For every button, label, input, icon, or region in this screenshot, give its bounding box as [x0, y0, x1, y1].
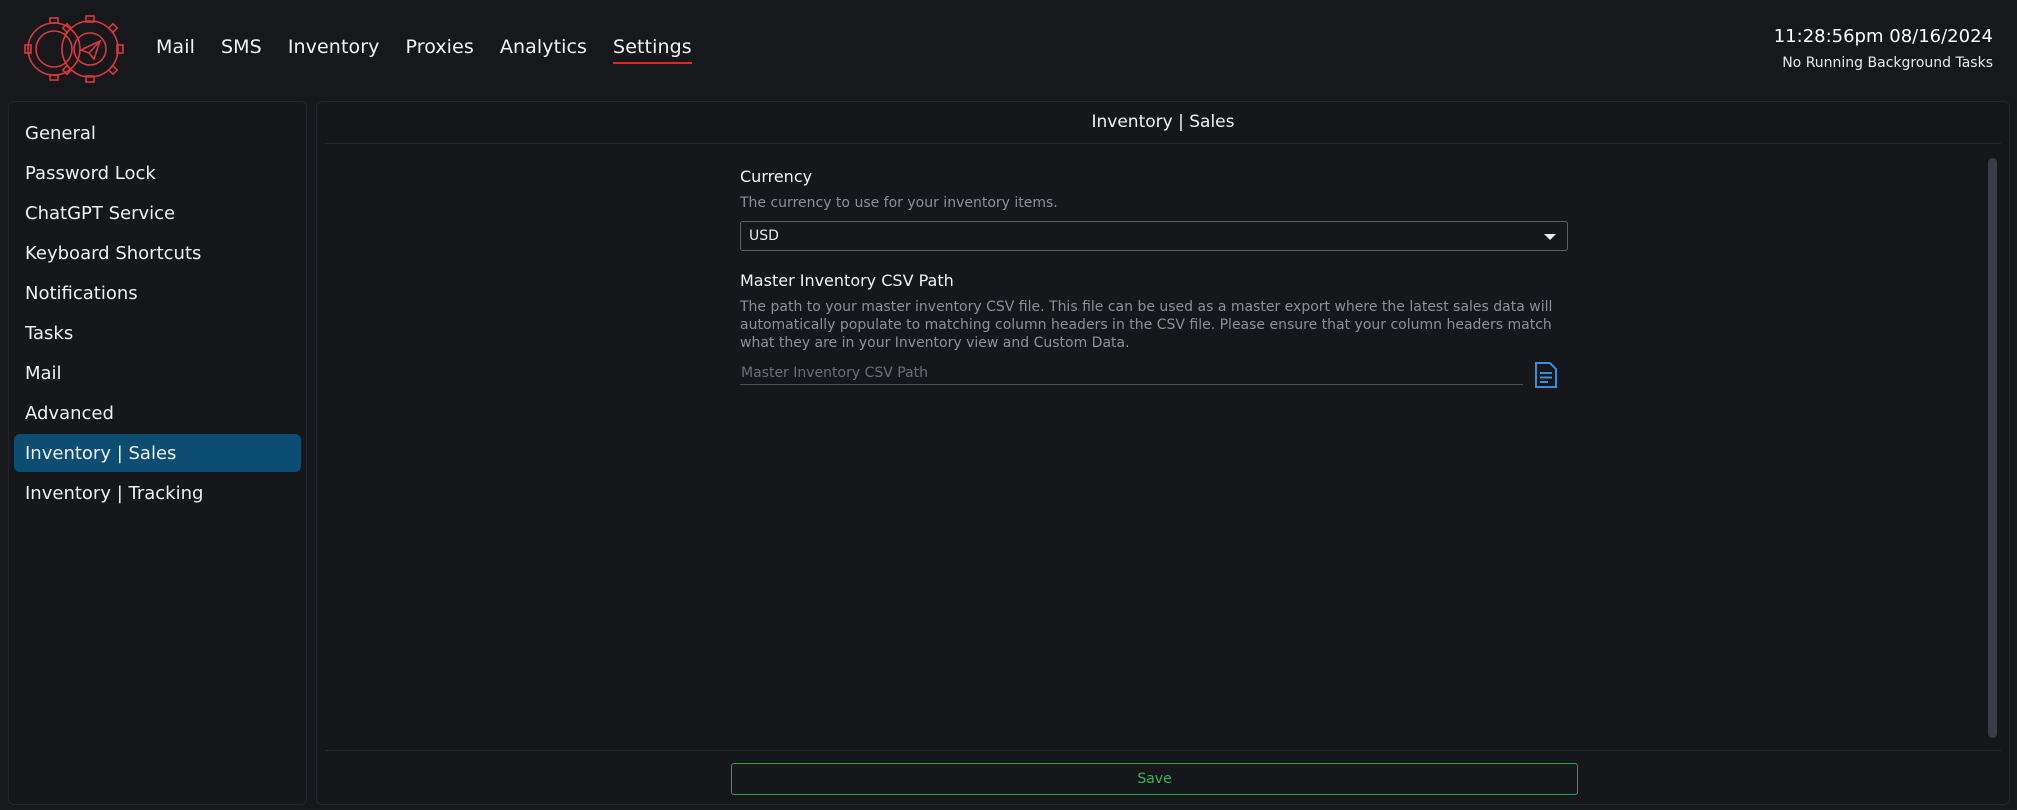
background-tasks-status: No Running Background Tasks [1782, 55, 1993, 71]
csv-path-row [740, 361, 1568, 388]
currency-select[interactable]: USD [740, 221, 1568, 251]
sidebar-item-notifications[interactable]: Notifications [14, 274, 301, 312]
sidebar-item-advanced[interactable]: Advanced [14, 394, 301, 432]
nav-analytics[interactable]: Analytics [500, 36, 587, 64]
sidebar-item-password-lock[interactable]: Password Lock [14, 154, 301, 192]
nav-sms[interactable]: SMS [221, 36, 262, 64]
nav-mail[interactable]: Mail [156, 36, 195, 64]
app-logo-icon[interactable] [24, 14, 128, 84]
sidebar-item-inventory-tracking[interactable]: Inventory | Tracking [14, 474, 301, 512]
csv-path-description: The path to your master inventory CSV fi… [740, 299, 1553, 351]
csv-path-field: Master Inventory CSV Path The path to yo… [740, 271, 1568, 388]
save-button[interactable]: Save [731, 763, 1578, 795]
csv-path-input[interactable] [740, 361, 1523, 385]
sidebar-item-tasks[interactable]: Tasks [14, 314, 301, 352]
divider [325, 143, 2001, 144]
currency-field: Currency The currency to use for your in… [740, 167, 1568, 251]
sidebar-item-keyboard-shortcuts[interactable]: Keyboard Shortcuts [14, 234, 301, 272]
scrollbar[interactable] [1988, 158, 1997, 738]
datetime-display: 11:28:56pm 08/16/2024 [1773, 26, 1993, 47]
sidebar-item-mail[interactable]: Mail [14, 354, 301, 392]
settings-form: Currency The currency to use for your in… [740, 167, 1568, 388]
file-document-icon[interactable] [1533, 361, 1559, 389]
sidebar-item-general[interactable]: General [14, 114, 301, 152]
currency-value: USD [749, 228, 779, 244]
main-nav: Mail SMS Inventory Proxies Analytics Set… [156, 36, 718, 64]
nav-proxies[interactable]: Proxies [405, 36, 473, 64]
status-area: 11:28:56pm 08/16/2024 No Running Backgro… [1774, 26, 1993, 71]
nav-inventory[interactable]: Inventory [288, 36, 380, 64]
sidebar-item-inventory-sales[interactable]: Inventory | Sales [14, 434, 301, 472]
nav-settings[interactable]: Settings [613, 36, 692, 64]
chevron-down-icon [1544, 234, 1556, 240]
divider [325, 750, 2001, 751]
top-header: Mail SMS Inventory Proxies Analytics Set… [0, 0, 2017, 100]
currency-label: Currency [740, 167, 813, 186]
csv-path-label: Master Inventory CSV Path [740, 271, 954, 290]
settings-sidebar: General Password Lock ChatGPT Service Ke… [8, 101, 307, 805]
sidebar-item-chatgpt-service[interactable]: ChatGPT Service [14, 194, 301, 232]
currency-description: The currency to use for your inventory i… [740, 195, 1058, 211]
panel-title: Inventory | Sales [1091, 112, 1235, 132]
settings-panel: Inventory | Sales Currency The currency … [316, 101, 2010, 805]
